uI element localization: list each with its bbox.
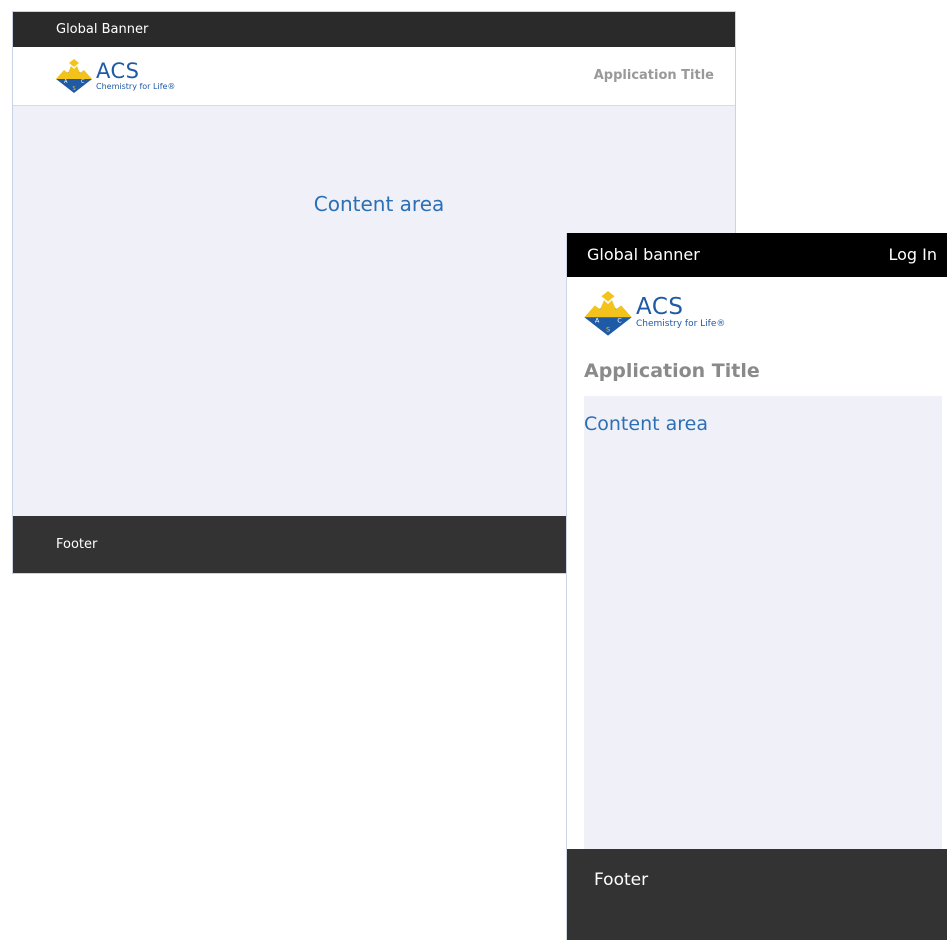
acs-logo[interactable]: A C S ACS Chemistry for Life® [583,288,725,336]
logo-acs-text: ACS [96,58,140,83]
application-title: Application Title [584,360,760,382]
login-link[interactable]: Log In [888,233,937,277]
logo-acs-text: ACS [636,294,684,320]
global-banner: Global banner Log In [567,233,947,277]
global-banner-label: Global Banner [56,22,149,37]
footer-label: Footer [56,537,98,552]
svg-text:A: A [595,317,600,325]
acs-eagle-diamond-icon: A C S [56,59,92,93]
mobile-layout: Global banner Log In A C S ACS Chemistry… [566,233,947,940]
footer: Footer [567,849,947,940]
svg-text:S: S [73,86,76,92]
svg-text:C: C [81,79,85,85]
acs-logo[interactable]: A C S ACS Chemistry for Life® [55,57,175,93]
content-area: Content area [313,192,445,216]
acs-eagle-diamond-icon: A C S [584,290,632,336]
application-title: Application Title [593,68,714,83]
footer-label: Footer [594,870,649,890]
content-area: Content area [584,413,708,435]
svg-text:C: C [617,317,622,325]
global-banner-label: Global banner [587,245,700,264]
site-header: A C S ACS Chemistry for Life® Applicatio… [13,47,735,106]
svg-text:S: S [606,326,610,334]
content-area-background [584,396,942,850]
global-banner: Global Banner [13,12,735,47]
svg-text:A: A [64,79,68,85]
logo-tagline: Chemistry for Life® [96,81,176,91]
logo-tagline: Chemistry for Life® [636,319,726,329]
